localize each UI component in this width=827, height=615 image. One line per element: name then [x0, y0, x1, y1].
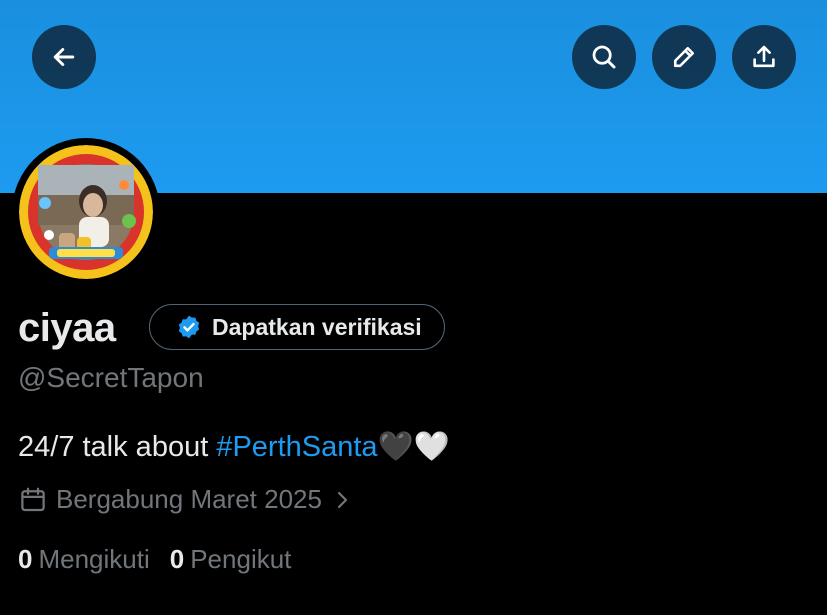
bio-hashtag-link[interactable]: #PerthSanta: [216, 431, 377, 464]
edit-button[interactable]: [652, 25, 716, 89]
chevron-right-icon: [337, 491, 348, 508]
share-upload-icon: [753, 45, 775, 68]
get-verified-button[interactable]: Dapatkan verifikasi: [149, 304, 445, 350]
verified-badge-icon: [178, 315, 200, 339]
back-button[interactable]: [32, 25, 96, 89]
display-name: ciyaa: [18, 306, 116, 350]
joined-date-text: Bergabung Maret 2025: [56, 484, 322, 514]
share-button[interactable]: [732, 25, 796, 89]
following-count: 0: [18, 544, 33, 574]
bio: 24/7 talk about #PerthSanta 🖤🤍: [18, 430, 450, 464]
following-link[interactable]: 0 Mengikuti: [18, 544, 150, 575]
bio-emoji: 🖤🤍: [377, 431, 450, 463]
calendar-icon: [21, 487, 45, 511]
user-handle: @SecretTapon: [18, 362, 204, 393]
get-verified-label: Dapatkan verifikasi: [212, 313, 422, 340]
joined-date-link[interactable]: Bergabung Maret 2025: [18, 484, 354, 515]
arrow-left-icon: [53, 48, 75, 66]
follow-stats: 0 Mengikuti 0 Pengikut: [18, 544, 291, 575]
pencil-icon: [673, 46, 695, 68]
followers-label: Pengikut: [190, 544, 292, 574]
avatar[interactable]: [12, 138, 160, 286]
followers-link[interactable]: 0 Pengikut: [170, 544, 292, 575]
bio-text: 24/7 talk about: [18, 430, 217, 463]
followers-count: 0: [169, 544, 185, 574]
following-label: Mengikuti: [38, 544, 150, 574]
search-icon: [592, 45, 616, 69]
avatar-image: [19, 145, 153, 279]
search-button[interactable]: [572, 25, 636, 89]
